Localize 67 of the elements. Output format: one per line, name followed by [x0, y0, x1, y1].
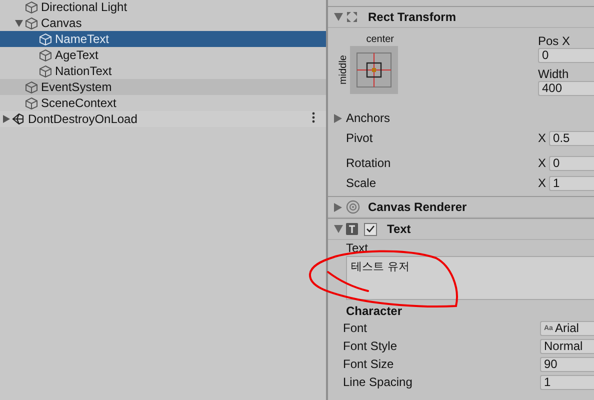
item-label: AgeText: [54, 48, 98, 62]
cube-icon: [25, 16, 38, 30]
field-label: Width: [538, 67, 570, 81]
move-arrows-icon: [346, 11, 358, 23]
item-label: NationText: [54, 64, 112, 78]
number-field[interactable]: 1: [549, 176, 594, 190]
enable-checkbox[interactable]: [364, 222, 377, 236]
item-label: NameText: [54, 32, 110, 46]
axis-label: X: [538, 131, 546, 145]
hierarchy-item[interactable]: EventSystem: [0, 79, 326, 95]
dropdown[interactable]: Normal: [540, 338, 594, 354]
anchor-horizontal-label: center: [366, 34, 394, 45]
number-field[interactable]: 0.5: [549, 130, 594, 146]
anchors-foldout[interactable]: Anchors: [346, 111, 390, 125]
axis-label: X: [538, 156, 546, 170]
text-area[interactable]: 테스트 유저: [346, 256, 594, 300]
property-label: Font: [343, 321, 368, 335]
hierarchy-item[interactable]: SceneContext: [0, 95, 326, 111]
component-header[interactable]: Text: [328, 218, 594, 240]
eye-icon: [346, 200, 360, 214]
item-label: Directional Light: [40, 0, 128, 14]
cube-icon: [39, 64, 52, 78]
property-label: Scale: [346, 176, 376, 190]
expanded-arrow-icon[interactable]: [334, 13, 343, 21]
cube-icon: [25, 96, 38, 110]
property-label: Rotation: [346, 156, 391, 170]
item-label: DontDestroyOnLoad: [27, 112, 138, 126]
collapsed-arrow-icon[interactable]: [334, 202, 342, 212]
expanded-arrow-icon[interactable]: [15, 20, 23, 26]
property-label: Font Size: [343, 357, 394, 371]
number-field[interactable]: 400: [538, 81, 594, 96]
number-field[interactable]: 0: [549, 156, 594, 170]
item-label: Canvas: [40, 16, 82, 30]
more-options-icon[interactable]: [312, 112, 315, 123]
component-title: Rect Transform: [367, 10, 456, 24]
hierarchy-item[interactable]: Canvas: [0, 15, 326, 31]
cube-icon: [39, 32, 52, 46]
cube-icon: [39, 48, 52, 62]
hierarchy-item[interactable]: NationText: [0, 63, 326, 79]
anchor-preset-button[interactable]: [350, 46, 398, 94]
hierarchy-item[interactable]: AgeText: [0, 47, 326, 63]
component-header[interactable]: Rect Transform: [328, 7, 594, 28]
item-label: EventSystem: [40, 80, 112, 94]
component-title: Text: [386, 222, 411, 236]
property-label: Line Spacing: [343, 375, 412, 389]
expanded-arrow-icon[interactable]: [334, 225, 343, 233]
text-component-icon: [346, 223, 358, 235]
field-label: Pos X: [538, 34, 572, 48]
number-field[interactable]: 90: [540, 356, 594, 372]
collapsed-arrow-icon[interactable]: [2, 115, 10, 123]
collapsed-arrow-icon[interactable]: [334, 114, 342, 122]
item-label: SceneContext: [40, 96, 116, 110]
number-field[interactable]: 1: [540, 374, 594, 390]
component-title: Canvas Renderer: [367, 200, 467, 214]
axis-label: X: [538, 176, 546, 190]
component-header[interactable]: Canvas Renderer: [328, 196, 594, 218]
property-label: Pivot: [346, 131, 373, 145]
cube-icon: [25, 80, 38, 94]
property-label: Font Style: [343, 339, 398, 353]
anchor-vertical-label: middle: [338, 55, 349, 85]
section-heading: Character: [346, 304, 404, 319]
unity-logo-icon: [12, 113, 24, 125]
cube-icon: [25, 0, 38, 14]
number-field[interactable]: 0: [538, 48, 594, 63]
hierarchy-item[interactable]: NameText: [0, 31, 326, 47]
hierarchy-item[interactable]: DontDestroyOnLoad: [0, 111, 326, 127]
hierarchy-item[interactable]: Directional Light: [0, 0, 326, 15]
